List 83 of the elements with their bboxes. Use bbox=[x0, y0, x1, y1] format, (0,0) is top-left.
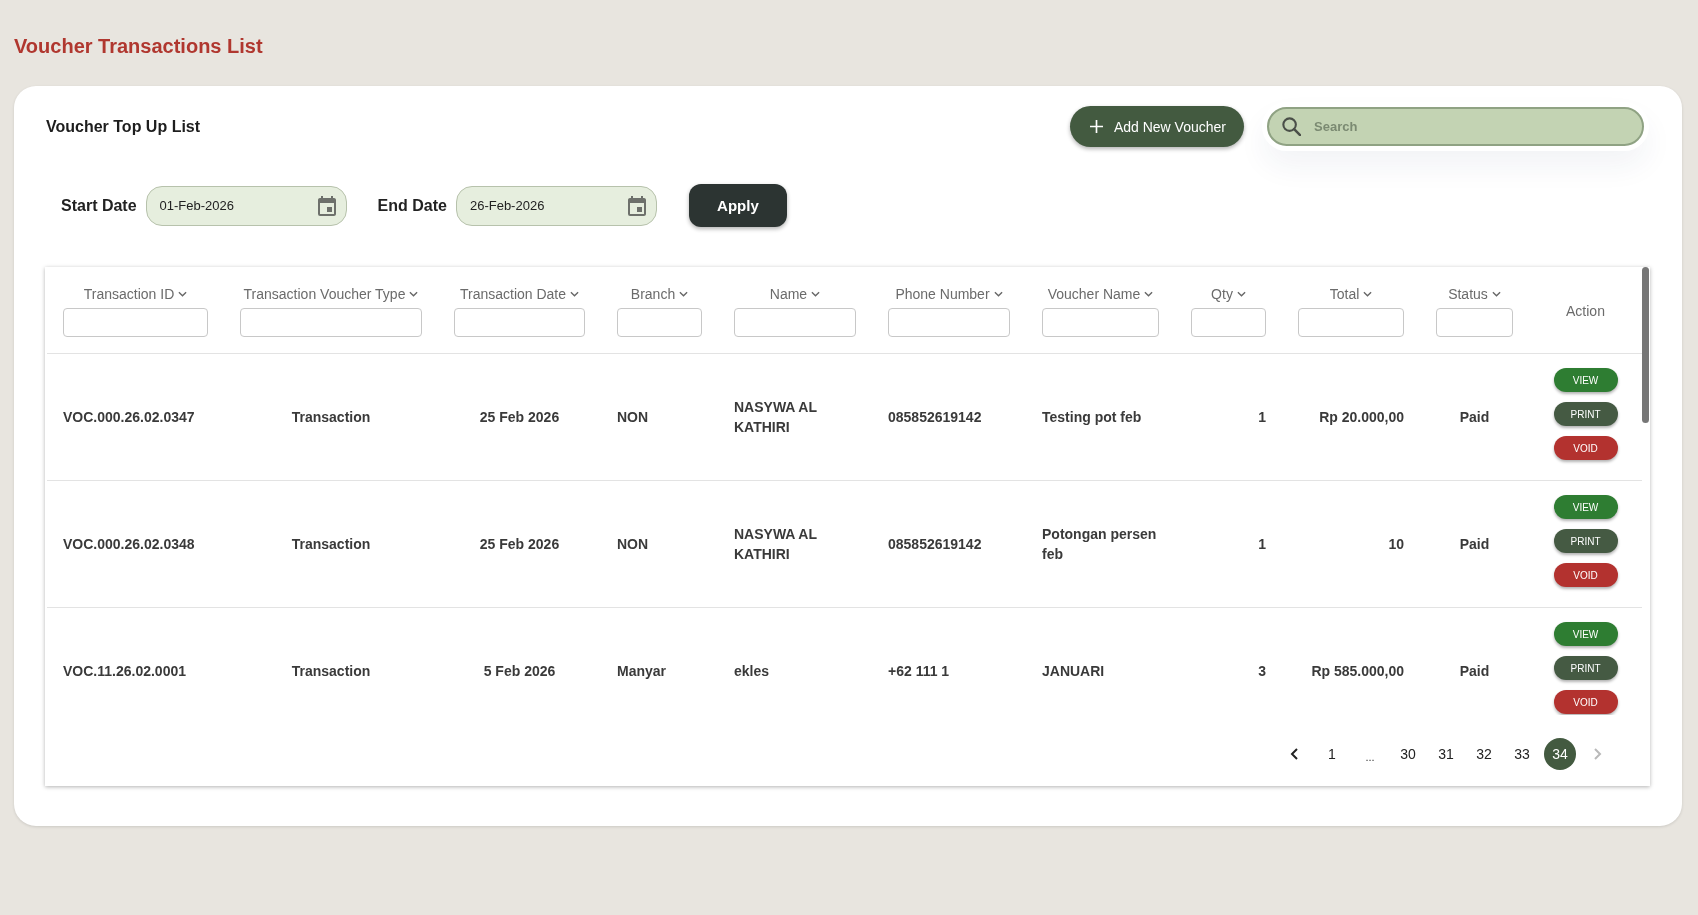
voucher-name-text: Potongan persen feb bbox=[1042, 525, 1158, 564]
customer-name-text: NASYWA AL KATHIRI bbox=[734, 525, 818, 564]
void-button[interactable]: VOID bbox=[1553, 563, 1618, 587]
transaction-date-text: 5 Feb 2026 bbox=[483, 662, 556, 681]
transaction-date-text: 25 Feb 2026 bbox=[479, 535, 560, 554]
print-button[interactable]: PRINT bbox=[1553, 656, 1618, 680]
column-filter-input[interactable] bbox=[240, 308, 422, 337]
page-number-button[interactable]: 33 bbox=[1506, 738, 1538, 770]
page-number-button[interactable]: 34 bbox=[1544, 738, 1576, 770]
voucher-type-text: Transaction bbox=[291, 662, 371, 681]
transaction-date-text: 25 Feb 2026 bbox=[479, 408, 560, 427]
column-header[interactable]: Transaction Voucher Type bbox=[243, 286, 406, 302]
quantity-text: 3 bbox=[1258, 662, 1266, 681]
column-header[interactable]: Name bbox=[769, 286, 808, 302]
date-field[interactable]: 01-Feb-2026 bbox=[145, 185, 347, 226]
column-header[interactable]: Phone Number bbox=[895, 286, 990, 302]
transaction-id-text: VOC.000.26.02.0348 bbox=[63, 535, 195, 554]
page-number-button[interactable]: 1 bbox=[1316, 738, 1348, 770]
date-label: Start Date bbox=[61, 196, 137, 215]
void-button[interactable]: VOID bbox=[1553, 690, 1618, 714]
add-voucher-button[interactable]: Add New Voucher bbox=[1069, 106, 1244, 147]
section-title: Voucher Top Up List bbox=[46, 117, 201, 135]
page-number-button[interactable]: 30 bbox=[1392, 738, 1424, 770]
column-filter-input[interactable] bbox=[1298, 308, 1404, 337]
customer-name-text: ekles bbox=[734, 662, 770, 681]
branch-text: Manyar bbox=[617, 662, 667, 681]
page-number-button[interactable]: 32 bbox=[1468, 738, 1500, 770]
print-button[interactable]: PRINT bbox=[1553, 529, 1618, 553]
search-field[interactable]: Search bbox=[1267, 107, 1644, 146]
void-button[interactable]: VOID bbox=[1553, 436, 1618, 460]
page-number-button[interactable]: 31 bbox=[1430, 738, 1462, 770]
column-filter-input[interactable] bbox=[1191, 308, 1266, 337]
view-button[interactable]: VIEW bbox=[1553, 622, 1618, 646]
page-title: Voucher Transactions List bbox=[14, 34, 263, 58]
phone-number-text: 085852619142 bbox=[888, 535, 982, 554]
total-amount-text: 10 bbox=[1388, 535, 1404, 554]
scrollbar-thumb[interactable] bbox=[1642, 267, 1649, 423]
column-header[interactable]: Total bbox=[1329, 286, 1360, 302]
column-filter-input[interactable] bbox=[734, 308, 856, 337]
status-text: Paid bbox=[1459, 662, 1490, 681]
column-header[interactable]: Qty bbox=[1211, 286, 1233, 302]
view-button[interactable]: VIEW bbox=[1553, 368, 1618, 392]
column-filter-input[interactable] bbox=[617, 308, 702, 337]
chevron-left-icon bbox=[1290, 748, 1298, 760]
voucher-name-text: JANUARI bbox=[1042, 662, 1105, 681]
status-text: Paid bbox=[1459, 535, 1490, 554]
pagination-ellipsis: ... bbox=[1365, 750, 1375, 764]
status-text: Paid bbox=[1459, 408, 1490, 427]
total-amount-text: Rp 585.000,00 bbox=[1311, 662, 1404, 681]
column-header[interactable]: Transaction ID bbox=[83, 286, 175, 302]
calendar-icon bbox=[627, 195, 646, 216]
column-header[interactable]: Status bbox=[1448, 286, 1488, 302]
phone-number-text: 085852619142 bbox=[888, 408, 982, 427]
plus-icon bbox=[1089, 120, 1103, 133]
search-icon bbox=[1282, 117, 1301, 136]
column-filter-input[interactable] bbox=[1042, 308, 1159, 337]
chevron-right-icon bbox=[1594, 748, 1602, 760]
quantity-text: 1 bbox=[1258, 408, 1266, 427]
column-filter-input[interactable] bbox=[454, 308, 585, 337]
branch-text: NON bbox=[617, 408, 649, 427]
quantity-text: 1 bbox=[1258, 535, 1266, 554]
print-button[interactable]: PRINT bbox=[1553, 402, 1618, 426]
date-field[interactable]: 26-Feb-2026 bbox=[455, 185, 657, 226]
transaction-id-text: VOC.11.26.02.0001 bbox=[63, 662, 186, 681]
customer-name-text: NASYWA AL KATHIRI bbox=[734, 398, 818, 437]
voucher-type-text: Transaction bbox=[291, 535, 371, 554]
voucher-type-text: Transaction bbox=[291, 408, 371, 427]
date-label: End Date bbox=[377, 196, 447, 215]
calendar-icon bbox=[317, 195, 336, 216]
column-header[interactable]: Transaction Date bbox=[459, 286, 567, 302]
transaction-id-text: VOC.000.26.02.0347 bbox=[63, 408, 195, 427]
view-button[interactable]: VIEW bbox=[1553, 495, 1618, 519]
column-filter-input[interactable] bbox=[63, 308, 208, 337]
total-amount-text: Rp 20.000,00 bbox=[1319, 408, 1404, 427]
column-filter-input[interactable] bbox=[1436, 308, 1513, 337]
column-header[interactable]: Branch bbox=[630, 286, 676, 302]
voucher-name-text: Testing pot feb bbox=[1042, 408, 1142, 427]
apply-button[interactable]: Apply bbox=[688, 184, 787, 227]
phone-number-text: +62 111 1 bbox=[888, 662, 950, 681]
branch-text: NON bbox=[617, 535, 649, 554]
column-header[interactable]: Voucher Name bbox=[1047, 286, 1141, 302]
column-header: Action bbox=[1566, 303, 1605, 319]
column-filter-input[interactable] bbox=[888, 308, 1010, 337]
